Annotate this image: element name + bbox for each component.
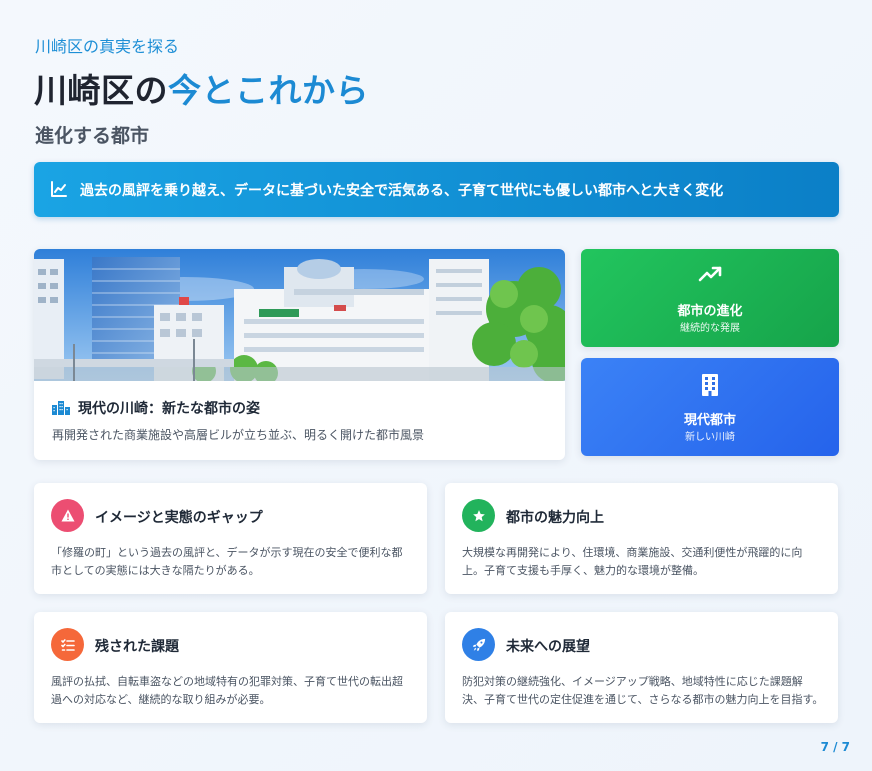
photo-title-text: 現代の川崎：新たな都市の姿 [78, 401, 260, 417]
card-remaining-issues: 残された課題 風評の払拭、自転車盗などの地域特有の犯罪対策、子育て世代の転出超過… [34, 612, 427, 723]
stat-card-evolution: 都市の進化 継続的な発展 [581, 249, 839, 347]
page-number: 7 / 7 [820, 740, 850, 754]
card-title: 残された課題 [95, 639, 179, 655]
card-city-appeal: 都市の魅力向上 大規模な再開発により、住環境、商業施設、交通利便性が飛躍的に向上… [445, 483, 838, 594]
title-main: 川崎区の [34, 71, 168, 110]
task-list-icon [51, 628, 84, 661]
card-title: 未来への展望 [506, 639, 590, 655]
trending-up-icon [581, 265, 839, 283]
card-title: 都市の魅力向上 [506, 510, 604, 526]
city-photo [34, 249, 565, 381]
card-future-outlook: 未来への展望 防犯対策の継続強化、イメージアップ戦略、地域特性に応じた課題解決、… [445, 612, 838, 723]
city-photo-card: 現代の川崎：新たな都市の姿 再開発された商業施設や高層ビルが立ち並ぶ、明るく開け… [34, 249, 565, 460]
line-chart-icon [50, 180, 70, 200]
photo-caption-title: 現代の川崎：新たな都市の姿 [52, 398, 260, 418]
kicker-text: 川崎区の真実を探る [35, 37, 180, 56]
title-accent: 今とこれから [168, 71, 369, 110]
card-title: イメージと実態のギャップ [95, 510, 263, 526]
stat-sub: 新しい川崎 [685, 432, 735, 443]
card-body: 大規模な再開発により、住環境、商業施設、交通利便性が飛躍的に向上。子育て支援も手… [462, 546, 803, 577]
stat-label: 現代都市 [683, 413, 736, 428]
stat-label: 都市の進化 [677, 304, 743, 319]
stat-card-modern-city: 現代都市 新しい川崎 [581, 358, 839, 456]
stat-sub: 継続的な発展 [680, 323, 740, 334]
page-subtitle: 進化する都市 [35, 125, 150, 147]
building-icon [581, 374, 839, 396]
rocket-icon [462, 628, 495, 661]
city-buildings-icon [52, 401, 70, 415]
banner-text: 過去の風評を乗り越え、データに基づいた安全で活気ある、子育て世代にも優しい都市へ… [80, 182, 724, 199]
summary-banner: 過去の風評を乗り越え、データに基づいた安全で活気ある、子育て世代にも優しい都市へ… [34, 162, 839, 217]
star-icon [462, 499, 495, 532]
page-title: 川崎区の今とこれから [34, 64, 369, 112]
photo-description: 再開発された商業施設や高層ビルが立ち並ぶ、明るく開けた都市風景 [52, 428, 425, 442]
card-body: 風評の払拭、自転車盗などの地域特有の犯罪対策、子育て世代の転出超過への対応など、… [51, 675, 403, 706]
card-body: 防犯対策の継続強化、イメージアップ戦略、地域特性に応じた課題解決、子育て世代の定… [462, 675, 824, 706]
card-image-gap: イメージと実態のギャップ 「修羅の町」という過去の風評と、データが示す現在の安全… [34, 483, 427, 594]
warning-icon [51, 499, 84, 532]
slide: 川崎区の真実を探る 川崎区の今とこれから 進化する都市 過去の風評を乗り越え、デ… [0, 0, 872, 771]
card-body: 「修羅の町」という過去の風評と、データが示す現在の安全で便利な都市としての実態に… [51, 546, 403, 577]
